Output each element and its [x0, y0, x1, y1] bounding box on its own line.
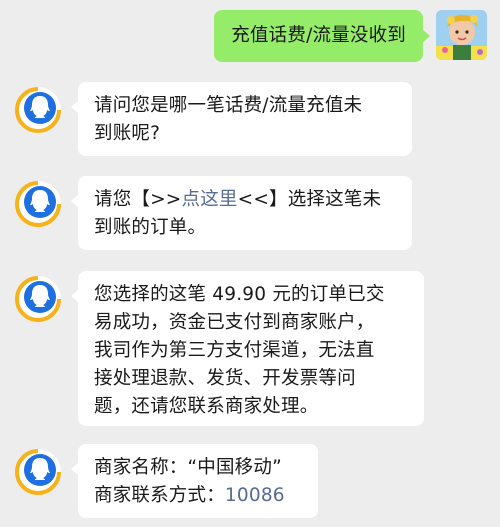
bot-message-bubble[interactable]: 您选择的这笔 49.90 元的订单已交 易成功，资金已支付到商家账户， 我司作为…	[71, 271, 424, 426]
user-message-bubble[interactable]: 充值话费/流量没收到	[214, 10, 430, 62]
message-line: 题，还请您联系商家处理。	[94, 396, 319, 417]
qq-logo-icon	[15, 181, 61, 227]
message-line: 易成功，资金已支付到商家账户，	[94, 312, 375, 333]
click-here-link[interactable]: 点这里	[182, 189, 238, 210]
message-line: 到账呢?	[94, 123, 161, 144]
message-text: <<】选择这笔未	[237, 189, 382, 210]
bot-message-bubble[interactable]: 请您【>>点这里<<】选择这笔未 到账的订单。	[71, 176, 412, 250]
user-avatar[interactable]	[436, 10, 487, 60]
user-message-text: 充值话费/流量没收到	[231, 25, 406, 46]
bot-avatar[interactable]	[14, 86, 62, 134]
chat-window: 充值话费/流量没收到 请问您是哪一笔话费/流量充值未 到账呢? 请您【>>点这里…	[0, 0, 500, 527]
bot-avatar[interactable]	[14, 275, 62, 323]
user-avatar-image	[436, 10, 487, 60]
message-line: 接处理退款、发货、开发票等问	[94, 368, 356, 389]
message-line: 请问您是哪一笔话费/流量充值未	[94, 95, 363, 116]
merchant-contact-line: 商家联系方式：10086	[94, 482, 302, 510]
message-text: 请您【>>	[94, 189, 182, 210]
qq-logo-icon	[15, 449, 61, 495]
message-line: 您选择的这笔 49.90 元的订单已交	[94, 284, 385, 305]
bot-avatar[interactable]	[14, 180, 62, 228]
bot-message-bubble[interactable]: 商家名称：“中国移动” 商家联系方式：10086	[71, 444, 318, 518]
message-text: 商家联系方式：	[94, 485, 225, 506]
qq-logo-icon	[15, 276, 61, 322]
qq-logo-icon	[15, 87, 61, 133]
message-line: 到账的订单。	[94, 217, 207, 238]
phone-number-link[interactable]: 10086	[225, 485, 285, 506]
merchant-name-line: 商家名称：“中国移动”	[94, 457, 282, 478]
bot-message-bubble[interactable]: 请问您是哪一笔话费/流量充值未 到账呢?	[71, 82, 412, 156]
message-line: 请您【>>点这里<<】选择这笔未	[94, 186, 396, 214]
bot-avatar[interactable]	[14, 448, 62, 496]
message-line: 我司作为第三方支付渠道，无法直	[94, 340, 375, 361]
